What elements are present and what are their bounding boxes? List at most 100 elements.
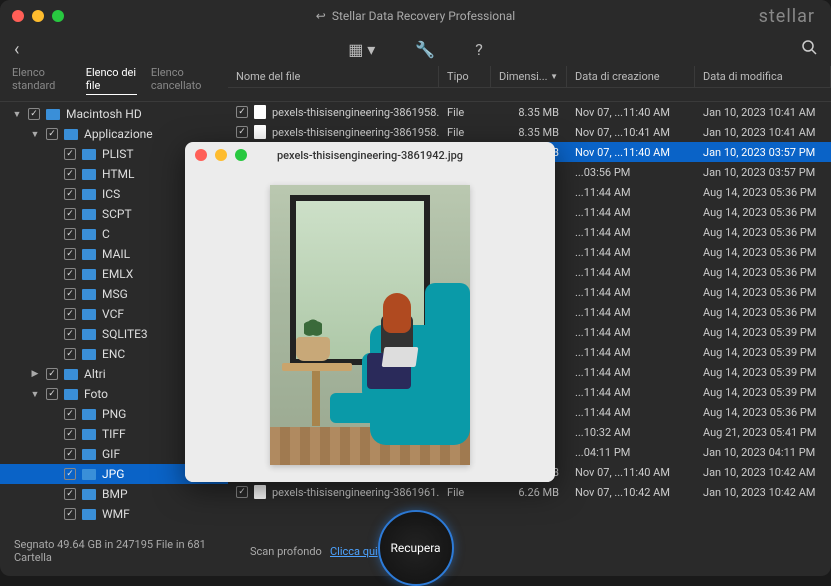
disclosure-icon[interactable]: ▼ <box>12 109 22 120</box>
file-mdate: Aug 14, 2023 05:39 PM <box>695 326 831 339</box>
recover-wrap: Recupera <box>378 510 454 586</box>
folder-icon <box>82 269 96 280</box>
checkbox[interactable]: ✓ <box>236 126 248 138</box>
tree-label: ICS <box>102 187 120 201</box>
tree-label: Macintosh HD <box>66 107 142 121</box>
folder-icon <box>82 289 96 300</box>
file-cdate: Nov 07, ...10:42 AM <box>567 486 695 499</box>
checkbox[interactable]: ✓ <box>64 448 76 460</box>
file-row[interactable]: ✓pexels-thisisengineering-3861961.jpgFil… <box>228 482 831 502</box>
checkbox[interactable]: ✓ <box>28 108 40 120</box>
file-cdate: ...04:11 PM <box>567 446 695 459</box>
checkbox[interactable]: ✓ <box>64 308 76 320</box>
checkbox[interactable]: ✓ <box>64 468 76 480</box>
tree-item-applicazione[interactable]: ▼ ✓ Applicazione <box>0 124 228 144</box>
col-size[interactable]: Dimensi...▼ <box>491 66 567 87</box>
file-cdate: ...11:44 AM <box>567 206 695 219</box>
file-mdate: Aug 14, 2023 05:36 PM <box>695 246 831 259</box>
app-window: ↩ Stellar Data Recovery Professional ste… <box>0 0 831 576</box>
file-mdate: Aug 14, 2023 05:36 PM <box>695 286 831 299</box>
preview-filename: pexels-thisisengineering-3861942.jpg <box>185 149 555 162</box>
file-mdate: Jan 10, 2023 04:11 PM <box>695 446 831 459</box>
checkbox[interactable]: ✓ <box>64 488 76 500</box>
col-type[interactable]: Tipo <box>439 66 491 87</box>
file-mdate: Jan 10, 2023 10:41 AM <box>695 106 831 119</box>
checkbox[interactable]: ✓ <box>64 288 76 300</box>
file-mdate: Aug 14, 2023 05:39 PM <box>695 366 831 379</box>
file-cdate: ...03:56 PM <box>567 166 695 179</box>
file-cdate: Nov 07, ...11:40 AM <box>567 146 695 159</box>
checkbox[interactable]: ✓ <box>64 408 76 420</box>
deep-scan-link[interactable]: Clicca qui <box>330 545 378 558</box>
checkbox[interactable]: ✓ <box>64 248 76 260</box>
file-size: 8.35 MB <box>491 126 567 139</box>
folder-icon <box>82 229 96 240</box>
tree-item-wmf[interactable]: ✓ WMF <box>0 504 228 524</box>
checkbox[interactable]: ✓ <box>64 508 76 520</box>
tab-standard[interactable]: Elenco standard <box>12 66 72 95</box>
file-icon <box>254 125 266 139</box>
col-cdate[interactable]: Data di creazione <box>567 66 695 87</box>
checkbox[interactable]: ✓ <box>64 268 76 280</box>
tree-label: BMP <box>102 487 128 501</box>
file-cdate: Nov 07, ...10:41 AM <box>567 126 695 139</box>
disclosure-icon[interactable]: ▼ <box>30 389 40 400</box>
file-size: 8.35 MB <box>491 106 567 119</box>
recover-button[interactable]: Recupera <box>378 510 454 586</box>
status-text: Segnato 49.64 GB in 247195 File in 681 C… <box>14 538 214 564</box>
file-row[interactable]: ✓pexels-thisisengineering-3861958.jpgFil… <box>228 102 831 122</box>
checkbox[interactable]: ✓ <box>64 228 76 240</box>
preview-window[interactable]: pexels-thisisengineering-3861942.jpg <box>185 142 555 482</box>
file-cdate: ...11:44 AM <box>567 306 695 319</box>
tree-item-macintosh hd[interactable]: ▼ ✓ Macintosh HD <box>0 104 228 124</box>
checkbox[interactable]: ✓ <box>46 368 58 380</box>
checkbox[interactable]: ✓ <box>64 188 76 200</box>
checkbox[interactable]: ✓ <box>236 106 248 118</box>
tab-files[interactable]: Elenco dei file <box>86 66 137 95</box>
tab-deleted[interactable]: Elenco cancellato <box>151 66 216 95</box>
file-mdate: Aug 14, 2023 05:39 PM <box>695 386 831 399</box>
checkbox[interactable]: ✓ <box>64 428 76 440</box>
tree-label: Applicazione <box>84 127 153 141</box>
checkbox[interactable]: ✓ <box>64 348 76 360</box>
tree-label: SCPT <box>102 207 132 221</box>
checkbox[interactable]: ✓ <box>64 208 76 220</box>
tree-label: JPG <box>102 467 124 481</box>
file-cdate: ...11:44 AM <box>567 406 695 419</box>
file-mdate: Jan 10, 2023 10:42 AM <box>695 466 831 479</box>
footer: Segnato 49.64 GB in 247195 File in 681 C… <box>0 526 831 576</box>
back-arrow-icon: ↩ <box>316 9 326 23</box>
checkbox[interactable]: ✓ <box>64 328 76 340</box>
col-name[interactable]: Nome del file <box>228 66 439 87</box>
file-cdate: Nov 07, ...11:40 AM <box>567 466 695 479</box>
file-mdate: Aug 14, 2023 05:36 PM <box>695 406 831 419</box>
deep-scan: Scan profondo Clicca qui <box>250 545 378 558</box>
checkbox[interactable]: ✓ <box>46 388 58 400</box>
tree-label: Altri <box>84 367 106 381</box>
file-cdate: ...11:44 AM <box>567 326 695 339</box>
folder-icon <box>82 329 96 340</box>
disclosure-icon[interactable]: ▶ <box>30 369 40 379</box>
checkbox[interactable]: ✓ <box>236 486 248 498</box>
help-icon[interactable]: ? <box>475 40 483 59</box>
col-mdate[interactable]: Data di modifica <box>695 66 831 87</box>
file-name: pexels-thisisengineering-3861958.jpg <box>272 126 439 139</box>
file-mdate: Aug 14, 2023 05:39 PM <box>695 346 831 359</box>
key-icon[interactable]: 🔧 <box>415 40 435 59</box>
folder-icon <box>82 249 96 260</box>
disclosure-icon[interactable]: ▼ <box>30 129 40 140</box>
checkbox[interactable]: ✓ <box>64 168 76 180</box>
tree-item-bmp[interactable]: ✓ BMP <box>0 484 228 504</box>
file-mdate: Aug 21, 2023 05:41 PM <box>695 426 831 439</box>
brand-logo: stellar <box>759 6 815 27</box>
tree-label: WMF <box>102 507 130 521</box>
file-cdate: ...11:44 AM <box>567 386 695 399</box>
grid-view-icon[interactable]: ▦ ▾ <box>348 40 375 59</box>
tree-label: PNG <box>102 407 126 421</box>
tree-label: MAIL <box>102 247 130 261</box>
checkbox[interactable]: ✓ <box>64 148 76 160</box>
checkbox[interactable]: ✓ <box>46 128 58 140</box>
file-cdate: ...11:44 AM <box>567 366 695 379</box>
folder-icon <box>64 369 78 380</box>
file-row[interactable]: ✓pexels-thisisengineering-3861958.jpgFil… <box>228 122 831 142</box>
